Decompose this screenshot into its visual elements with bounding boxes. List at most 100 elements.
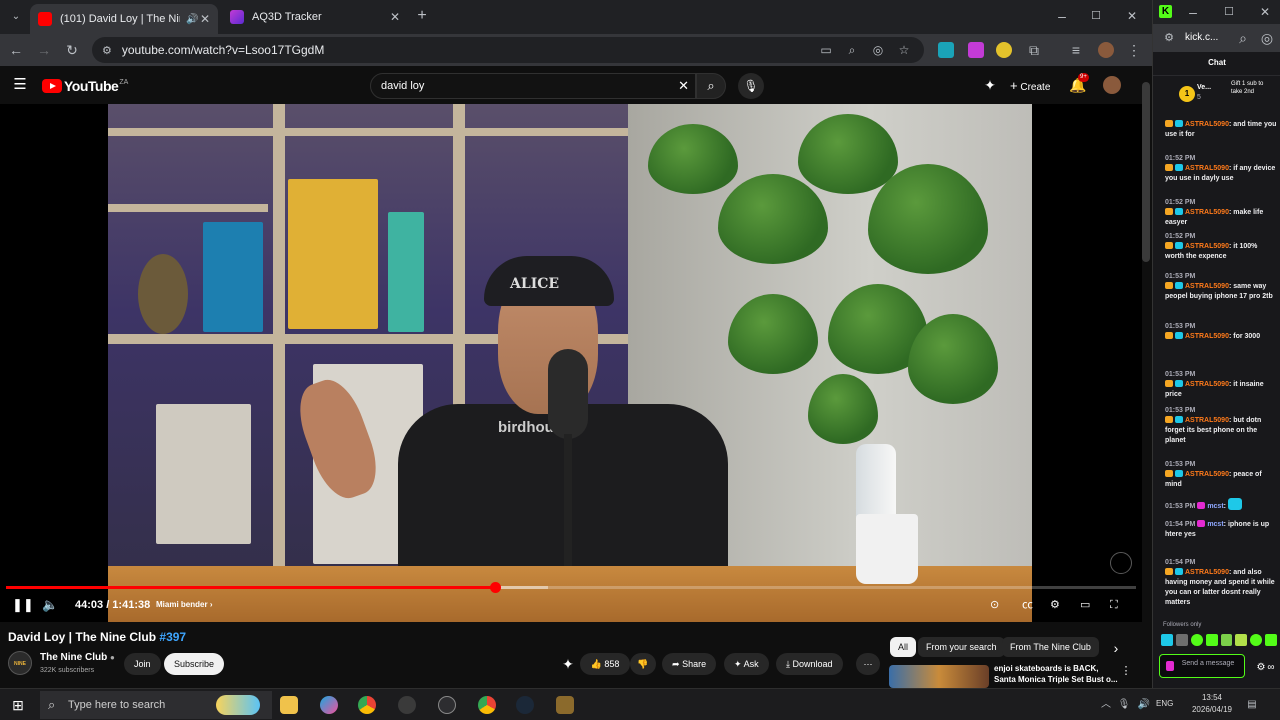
- message-username[interactable]: ASTRAL5090: [1185, 471, 1229, 478]
- hamburger-menu-icon[interactable]: ☰: [10, 75, 30, 95]
- close-tab-icon[interactable]: ✕: [390, 10, 400, 24]
- chapter-button[interactable]: Miami bender ›: [156, 596, 212, 614]
- new-tab-icon[interactable]: +: [412, 6, 432, 26]
- channel-watermark[interactable]: [1110, 552, 1132, 574]
- subscribe-button[interactable]: Subscribe: [164, 653, 225, 675]
- settings-gear-icon[interactable]: ⚙: [1050, 596, 1060, 614]
- download-button[interactable]: ⤓ Download: [776, 653, 843, 675]
- game-icon[interactable]: [556, 696, 574, 714]
- extension-icon[interactable]: ✦: [558, 654, 578, 674]
- minimize-icon[interactable]: –: [1052, 6, 1072, 26]
- bookmark-star-icon[interactable]: ☆: [896, 42, 912, 58]
- ask-button[interactable]: ✦ Ask: [724, 653, 769, 675]
- like-button[interactable]: 👍 858: [580, 653, 630, 675]
- clear-search-icon[interactable]: ✕: [678, 74, 689, 98]
- zoom-icon[interactable]: ⌕: [1233, 28, 1253, 48]
- eye-off-icon[interactable]: ◎: [1257, 28, 1277, 48]
- tab-aq3d-tracker[interactable]: AQ3D Tracker ✕: [222, 4, 408, 30]
- tab-search-icon[interactable]: ⌄: [6, 7, 26, 27]
- fullscreen-icon[interactable]: ⛶: [1110, 596, 1118, 614]
- chip-from-the-nine-club[interactable]: From The Nine Club: [1002, 637, 1099, 657]
- close-window-icon[interactable]: ✕: [1122, 6, 1142, 26]
- progress-bar[interactable]: [6, 582, 1136, 593]
- message-username[interactable]: ASTRAL5090: [1185, 165, 1229, 172]
- taskbar-clock[interactable]: 13:54 2026/04/19: [1190, 692, 1234, 716]
- chrome-icon[interactable]: [478, 696, 496, 714]
- emote-icon[interactable]: [1220, 634, 1233, 646]
- extensions-puzzle-icon[interactable]: ⧉: [1024, 40, 1044, 60]
- emote-icon[interactable]: [1235, 634, 1248, 646]
- steam-icon[interactable]: [516, 696, 534, 714]
- message-username[interactable]: ASTRAL5090: [1185, 333, 1229, 340]
- autoplay-toggle[interactable]: ⊙: [990, 596, 999, 614]
- page-scrollbar[interactable]: [1142, 82, 1150, 262]
- channel-avatar[interactable]: NINE: [8, 651, 32, 675]
- search-input[interactable]: david loy ✕: [370, 73, 696, 99]
- more-actions-icon[interactable]: ⋯: [856, 653, 880, 675]
- close-tab-icon[interactable]: ✕: [200, 12, 210, 26]
- site-info-icon[interactable]: ⚙: [1159, 28, 1179, 48]
- site-info-icon[interactable]: ⚙: [102, 44, 112, 57]
- app-icon[interactable]: [438, 696, 456, 714]
- hashtag-link[interactable]: #397: [159, 630, 186, 644]
- youtube-logo[interactable]: YouTube ZA: [42, 78, 128, 94]
- message-username[interactable]: ASTRAL5090: [1185, 243, 1229, 250]
- message-username[interactable]: ASTRAL5090: [1185, 283, 1229, 290]
- obs-icon[interactable]: [398, 696, 416, 714]
- account-avatar[interactable]: [1103, 76, 1121, 94]
- maximize-icon[interactable]: ☐: [1219, 2, 1239, 22]
- voice-search-button[interactable]: 🎙: [738, 73, 764, 99]
- zoom-icon[interactable]: ⌕: [844, 42, 860, 58]
- language-indicator[interactable]: ENG: [1156, 699, 1173, 708]
- extension-icon[interactable]: [996, 42, 1012, 58]
- recommendation-more-icon[interactable]: ⋮: [1116, 661, 1136, 681]
- message-username[interactable]: ASTRAL5090: [1185, 121, 1229, 128]
- maximize-icon[interactable]: ☐: [1086, 6, 1106, 26]
- reload-icon[interactable]: ↻: [62, 40, 82, 60]
- minimize-icon[interactable]: –: [1183, 2, 1203, 22]
- recommendation-title[interactable]: enjoi skateboards is BACK, Santa Monica …: [994, 663, 1120, 685]
- speaker-icon[interactable]: 🔊: [186, 14, 198, 25]
- share-button[interactable]: ➦ Share: [662, 653, 717, 675]
- dislike-button[interactable]: 👎: [630, 653, 656, 675]
- pause-icon[interactable]: ❚❚: [12, 596, 34, 614]
- forward-icon[interactable]: →: [34, 40, 54, 60]
- emoji-icon[interactable]: ∞: [1261, 658, 1280, 678]
- media-control-icon[interactable]: ≡: [1066, 40, 1086, 60]
- extension-icon[interactable]: [938, 42, 954, 58]
- search-button[interactable]: ⌕: [696, 73, 726, 99]
- chip-all[interactable]: All: [890, 637, 917, 657]
- theater-mode-icon[interactable]: ▭: [1080, 596, 1090, 614]
- emote-icon[interactable]: [1265, 634, 1277, 646]
- chat-message-input[interactable]: Send a message: [1159, 654, 1245, 678]
- chrome-icon[interactable]: [358, 696, 376, 714]
- message-username[interactable]: ASTRAL5090: [1185, 381, 1229, 388]
- captions-icon[interactable]: ㏄: [1022, 596, 1033, 614]
- close-window-icon[interactable]: ✕: [1255, 2, 1275, 22]
- emote-icon[interactable]: [1175, 634, 1188, 646]
- create-button[interactable]: + Create: [1004, 74, 1056, 98]
- message-username[interactable]: mcst: [1207, 521, 1223, 528]
- eye-off-icon[interactable]: ◎: [870, 42, 886, 58]
- join-button[interactable]: Join: [124, 653, 161, 675]
- cast-icon[interactable]: ▭: [818, 42, 834, 58]
- extension-icon[interactable]: [968, 42, 984, 58]
- back-icon[interactable]: ←: [6, 40, 26, 60]
- emote-bar[interactable]: [1161, 634, 1277, 648]
- tray-chevron-icon[interactable]: ︿: [1096, 695, 1116, 715]
- gift-leaderboard[interactable]: 1 Ve... 5 Gift 1 sub to take 2nd: [1153, 78, 1280, 114]
- kick-address-bar[interactable]: ⚙ kick.c... ⌕ ◎: [1153, 24, 1280, 52]
- recommendation-thumbnail[interactable]: [889, 665, 989, 688]
- emote-icon[interactable]: [1205, 634, 1218, 646]
- microphone-icon[interactable]: 🎙: [1114, 695, 1134, 715]
- channel-name[interactable]: The Nine Club ●: [40, 652, 115, 663]
- emote-icon[interactable]: [1250, 634, 1263, 646]
- volume-icon[interactable]: 🔊: [1134, 695, 1154, 715]
- tab-youtube[interactable]: (101) David Loy | The Nine Club 🔊 ✕: [30, 4, 218, 34]
- emote-icon[interactable]: [1161, 634, 1173, 646]
- copilot-icon[interactable]: [320, 696, 338, 714]
- taskbar-search-box[interactable]: ⌕ Type here to search: [40, 691, 272, 719]
- browser-menu-icon[interactable]: ⋮: [1124, 40, 1144, 60]
- chip-from-your-search[interactable]: From your search: [918, 637, 1005, 657]
- notifications-icon[interactable]: ▤: [1242, 695, 1262, 715]
